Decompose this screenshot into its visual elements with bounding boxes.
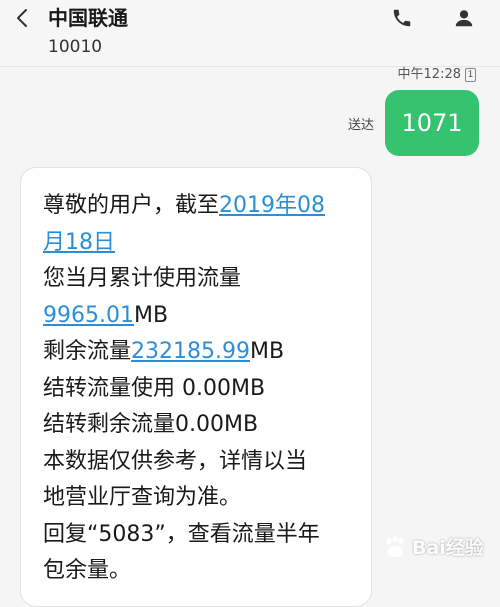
- message-line: 您当月累计使用流量: [43, 266, 242, 291]
- paw-icon: [386, 535, 404, 557]
- message-line: 包余量。: [43, 558, 132, 583]
- message-line: 9965.01MB: [43, 302, 169, 328]
- conversation-header: 中国联通 10010: [0, 0, 500, 67]
- date-link[interactable]: 2019年08: [219, 193, 325, 218]
- delivery-status: 送达: [348, 118, 375, 133]
- message-line: 回复“5083”，查看流量半年: [43, 521, 320, 547]
- message-line: 月18日: [43, 225, 349, 262]
- person-icon: [455, 10, 473, 27]
- message-line: 结转流量使用 0.00MB: [43, 375, 266, 401]
- sim-badge: 1: [465, 68, 476, 82]
- message-time: 中午12:28 1: [398, 66, 476, 84]
- outgoing-message-bubble[interactable]: 1071: [385, 90, 479, 156]
- date-link[interactable]: 月18日: [43, 230, 115, 255]
- incoming-message-bubble[interactable]: 尊敬的用户，截至2019年08 月18日 您当月累计使用流量 9965.01MB…: [20, 167, 372, 607]
- time-text: 中午12:28: [397, 67, 461, 82]
- message-line: 剩余流量232185.99MB: [43, 339, 285, 364]
- contact-name: 中国联通: [48, 6, 128, 30]
- outgoing-message-text: 1071: [401, 109, 463, 137]
- back-button[interactable]: [10, 4, 34, 32]
- number-link[interactable]: 9965.01: [43, 303, 134, 328]
- contact-info-button[interactable]: [450, 4, 478, 32]
- phone-icon: [393, 9, 411, 27]
- watermark-text: Bai经验: [412, 537, 484, 559]
- contact-number: 10010: [48, 37, 103, 57]
- call-button[interactable]: [388, 4, 416, 32]
- message-line: 本数据仅供参考，详情以当: [43, 448, 308, 474]
- message-line: 地营业厅查询为准。: [43, 485, 242, 510]
- number-link[interactable]: 232185.99: [131, 339, 250, 364]
- baidu-jingyan-watermark: Bai经验: [382, 533, 484, 560]
- message-line: 尊敬的用户，截至2019年08: [43, 193, 325, 218]
- chevron-left-icon: [17, 9, 27, 27]
- message-line: 结转剩余流量0.00MB: [43, 412, 259, 437]
